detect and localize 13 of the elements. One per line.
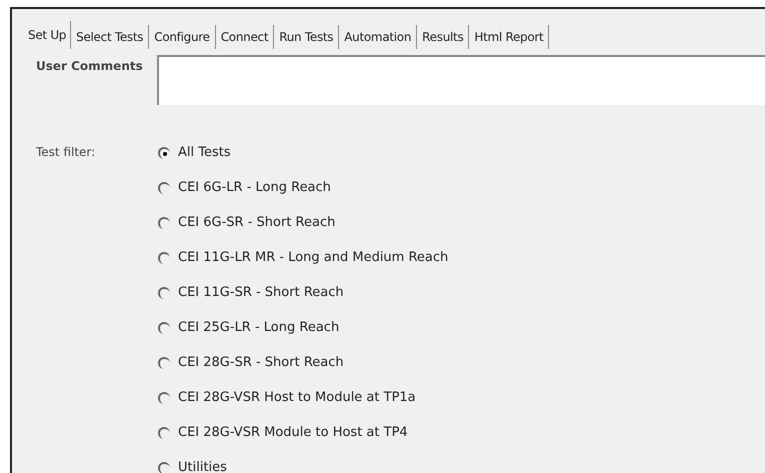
radio-option[interactable]: CEI 28G-VSR Module to Host at TP4 (158, 423, 448, 443)
radio-option[interactable]: CEI 6G-SR - Short Reach (158, 213, 448, 233)
radio-option[interactable]: All Tests (158, 143, 448, 163)
radio-option[interactable]: CEI 28G-SR - Short Reach (158, 353, 448, 373)
radio-option[interactable]: CEI 25G-LR - Long Reach (158, 318, 448, 338)
radio-option[interactable]: CEI 6G-LR - Long Reach (158, 178, 448, 198)
field-label: Test filter: (35, 144, 96, 161)
radio-option[interactable]: CEI 28G-VSR Host to Module at TP1a (158, 388, 448, 408)
radio-option[interactable]: Utilities (158, 458, 448, 473)
field-label: User Comments (35, 58, 144, 75)
radio-option[interactable]: CEI 11G-SR - Short Reach (158, 283, 448, 303)
comments-field[interactable] (157, 55, 765, 105)
radio-option[interactable]: CEI 11G-LR MR - Long and Medium Reach (158, 248, 448, 268)
